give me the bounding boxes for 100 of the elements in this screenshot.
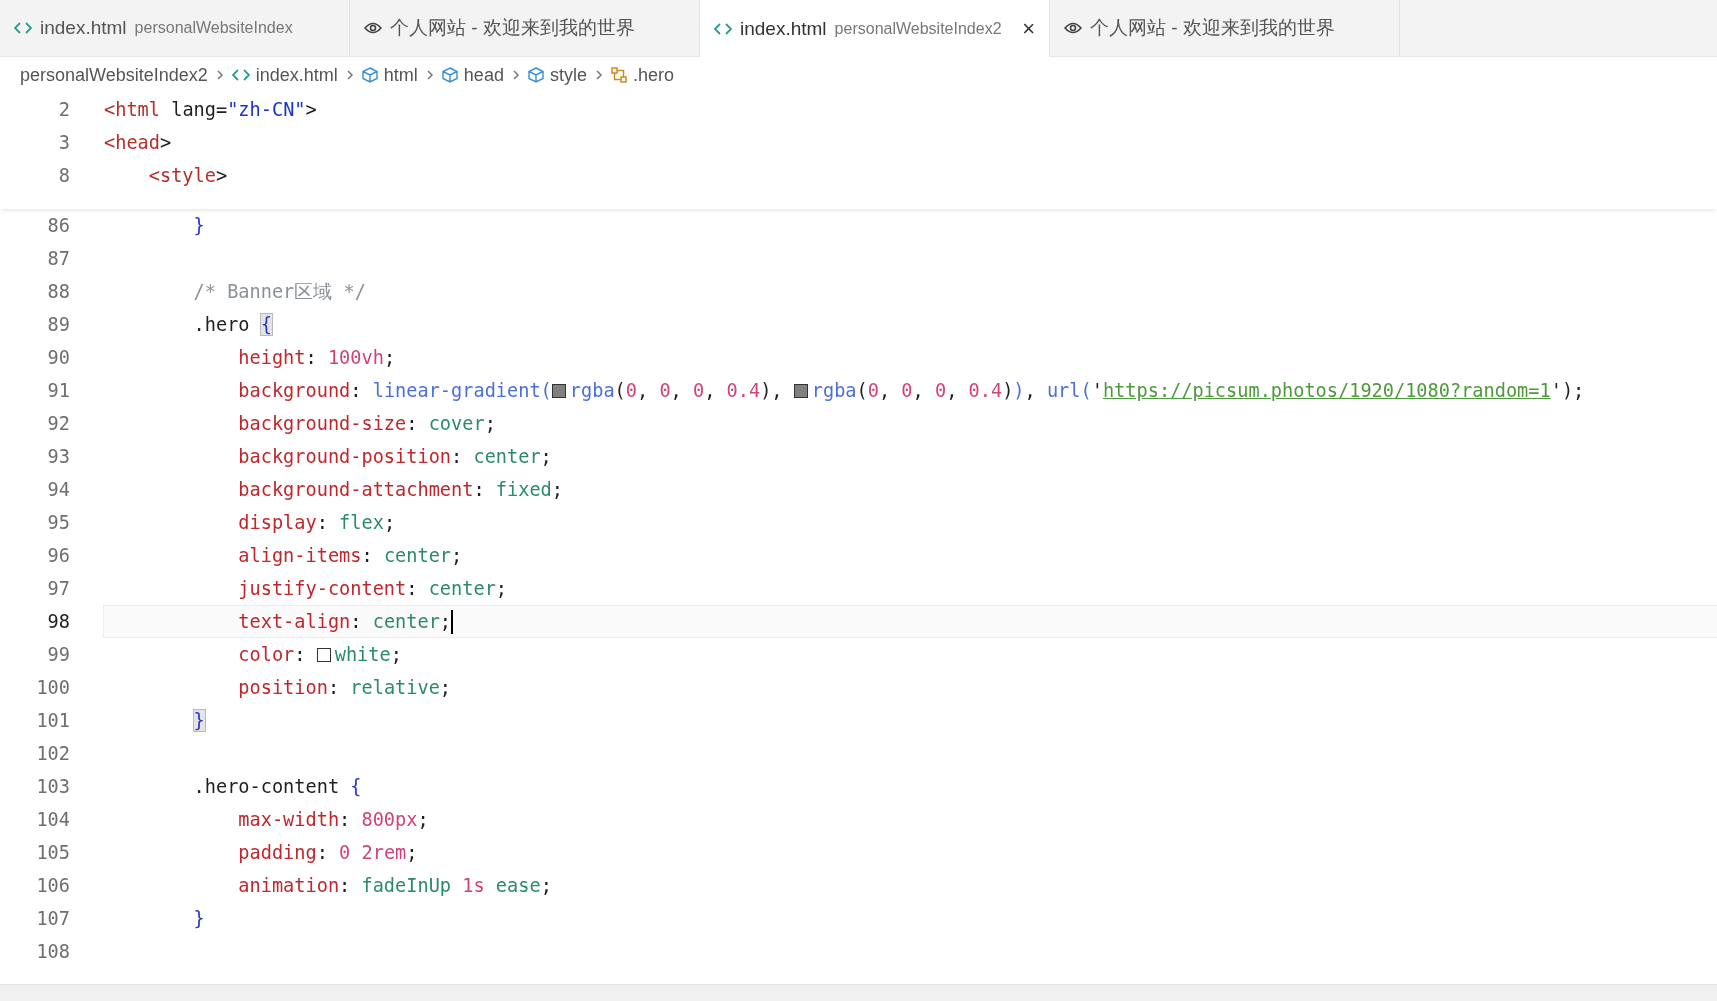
code-token: { [260, 314, 272, 335]
line-number: 92 [46, 413, 71, 434]
code-token: > [160, 132, 172, 153]
breadcrumb-item[interactable]: .hero [632, 64, 674, 86]
code-token: } [193, 215, 205, 236]
tab-label: index.html [740, 17, 827, 40]
code-token: cover [428, 413, 485, 434]
tab-description: personalWebsiteIndex [134, 19, 293, 37]
code-token: ; [495, 578, 508, 599]
text-cursor [451, 609, 454, 634]
code-token: : [473, 479, 486, 500]
code-token: , [878, 380, 892, 401]
breadcrumb-item[interactable]: style [549, 64, 587, 86]
code-token: } [193, 710, 205, 731]
tab-label: 个人网站 - 欢迎来到我的世界 [1090, 16, 1335, 40]
code-token: : [316, 512, 329, 533]
line-number: 89 [46, 314, 71, 335]
code-token: 1s [462, 875, 485, 896]
code-token: : [294, 644, 307, 665]
editor-tab[interactable]: index.html personalWebsiteIndex2 × [700, 0, 1050, 57]
code-token: center [428, 578, 496, 599]
line-number: 106 [35, 875, 71, 896]
code-token: ; [551, 479, 563, 500]
cube-icon [361, 67, 378, 83]
code-token: background [238, 380, 351, 401]
horizontal-scrollbar[interactable] [0, 984, 1717, 1001]
code-token: url( [1046, 380, 1092, 401]
close-icon[interactable]: × [1022, 15, 1035, 42]
code-token: ), [760, 380, 784, 401]
code-token: } [193, 908, 205, 929]
code-token: , [912, 380, 925, 401]
line-number: 88 [46, 281, 71, 302]
code-token: padding [238, 842, 317, 863]
code-token: /* Banner区域 */ [193, 279, 366, 304]
code-token: : [361, 545, 374, 566]
code-token: : [406, 578, 419, 599]
code-token: ; [383, 512, 396, 533]
code-token: https://picsum.photos/1920/1080?random=1 [1102, 380, 1551, 401]
code-token: : [316, 842, 329, 863]
code-token: ) [1002, 380, 1014, 401]
code-token: linear-gradient( [372, 380, 552, 401]
code-token: 0 [867, 380, 879, 401]
line-number: 99 [46, 644, 71, 665]
code-token: ; [439, 611, 452, 632]
code-token: .hero [193, 314, 251, 335]
breadcrumb-item[interactable]: personalWebsiteIndex2 [20, 64, 208, 86]
code-token: , [704, 380, 717, 401]
code-token: 0 2rem [339, 842, 407, 863]
line-number: 102 [35, 743, 71, 764]
code-token: ; [484, 413, 496, 434]
code-icon [231, 68, 250, 82]
code-token: fadeInUp [361, 875, 452, 896]
code-token: ; [540, 875, 552, 896]
code-token: : [305, 347, 318, 368]
breadcrumb-item[interactable]: head [463, 64, 504, 86]
code-token: align-items [238, 545, 362, 566]
code-token: display [238, 512, 317, 533]
code-token: : [327, 677, 341, 698]
line-number: 104 [35, 809, 71, 830]
code-token: <head [104, 132, 160, 153]
code-token: , [946, 380, 959, 401]
color-swatch[interactable] [793, 383, 808, 398]
color-swatch[interactable] [316, 647, 331, 662]
tab-description: personalWebsiteIndex2 [834, 19, 1002, 38]
code-token: relative [350, 677, 440, 698]
code-token: 0 [693, 380, 705, 401]
code-token: background-attachment [238, 479, 474, 500]
line-number: 103 [35, 776, 71, 797]
code-icon [714, 21, 732, 36]
code-token: 0 [659, 380, 671, 401]
color-swatch[interactable] [551, 383, 566, 398]
code-token: : [339, 809, 352, 830]
code-token: 0.4 [968, 380, 1003, 401]
code-token: 100vh [327, 347, 384, 368]
code-token: ; [390, 644, 402, 665]
code-token: justify-content [238, 578, 407, 599]
code-token: max-width [238, 809, 340, 830]
line-number: 97 [46, 578, 71, 599]
code-token: rgba [569, 380, 615, 401]
code-token: center [383, 545, 452, 566]
breadcrumb-item[interactable]: index.html [255, 64, 338, 86]
cube-icon [441, 67, 458, 83]
code-token: : [451, 446, 464, 467]
code-token: '); [1550, 380, 1585, 401]
code-token: rgba [811, 380, 857, 401]
code-token: background-position [238, 446, 452, 467]
code-token: flex [339, 512, 384, 533]
breadcrumb-item[interactable]: html [383, 64, 418, 86]
code-token: , [637, 380, 650, 401]
line-number: 3 [57, 132, 71, 153]
code-icon [14, 21, 32, 35]
code-token: { [350, 776, 362, 797]
line-number: 100 [35, 677, 71, 698]
cube-icon [527, 67, 544, 83]
line-number: 108 [35, 941, 71, 962]
code-token: <html [104, 99, 160, 120]
code-token: ( [614, 380, 626, 401]
line-number: 96 [46, 545, 71, 566]
code-token: 0 [901, 380, 913, 401]
selector-icon [610, 67, 627, 83]
